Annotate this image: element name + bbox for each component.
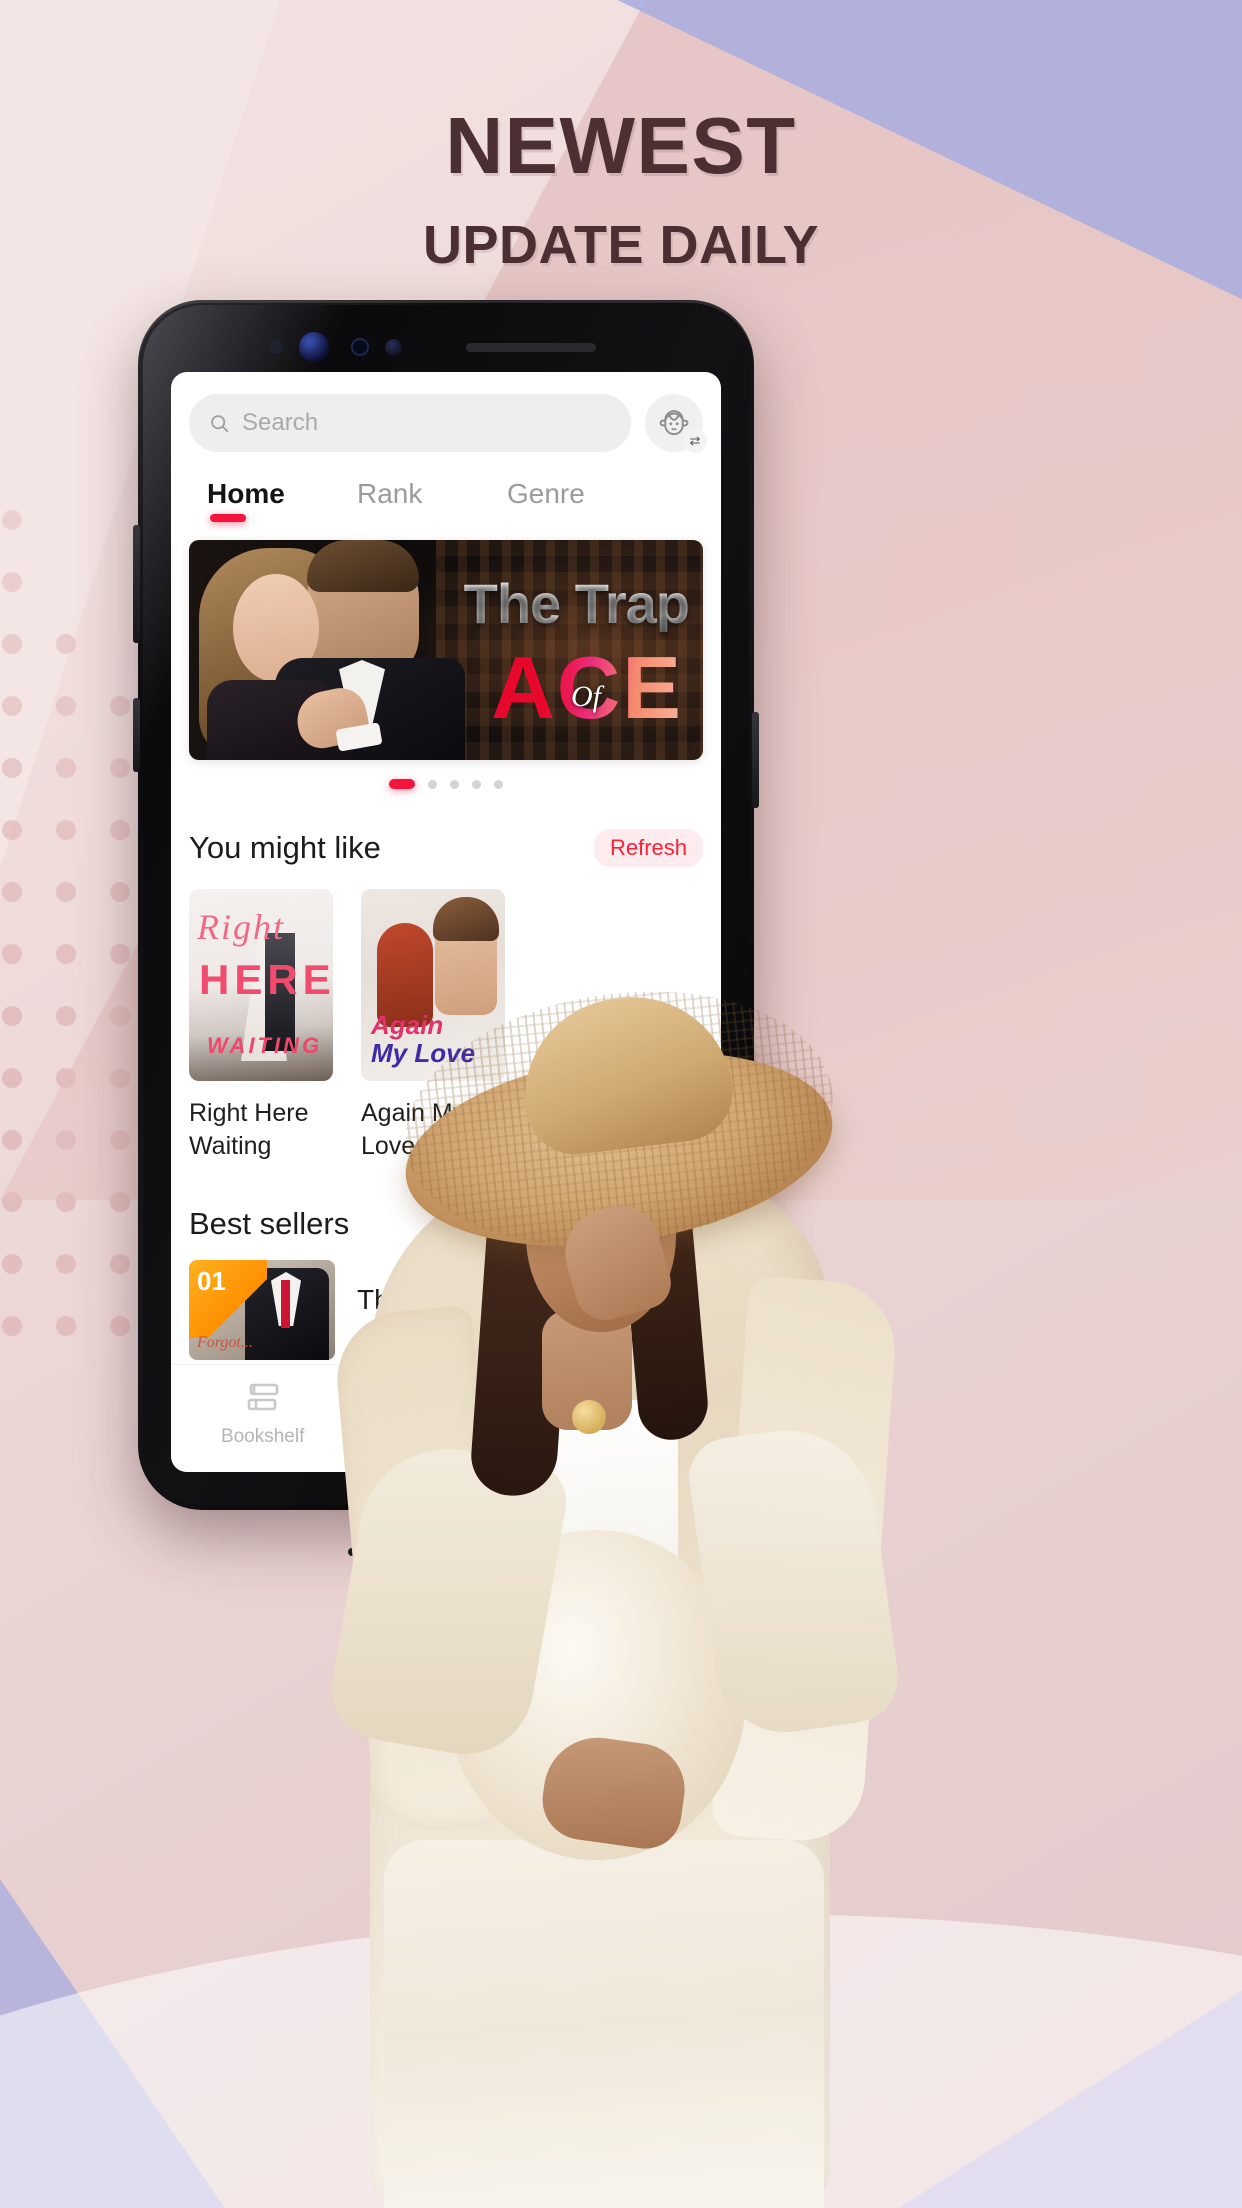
- carousel-dots[interactable]: [171, 777, 721, 791]
- search-placeholder: Search: [242, 409, 319, 436]
- app-header: Search ⇄ Home Rank Genre: [171, 372, 721, 524]
- book-title: Right Here Waiting: [189, 1099, 309, 1160]
- cover-text-line1: Again: [371, 1010, 444, 1040]
- recommend-title: You might like: [189, 830, 381, 865]
- tab-genre[interactable]: Genre: [507, 478, 657, 524]
- profile-button[interactable]: ⇄: [645, 394, 707, 453]
- bookstore-icon: [428, 1377, 463, 1419]
- volume-button[interactable]: [133, 525, 140, 643]
- search-icon: [211, 414, 229, 432]
- banner-couple-photo: [189, 540, 465, 760]
- banner-title-line1: The Trap: [463, 572, 690, 635]
- category-tabs: Home Rank Genre: [189, 478, 703, 524]
- bookshelf-icon: [244, 1377, 282, 1419]
- nav-item-bookshelf[interactable]: Bookshelf: [171, 1377, 354, 1448]
- banner-title-of: Of: [571, 680, 601, 713]
- gift-icon-wrap: ★ Newcomer gifts: [599, 1338, 701, 1419]
- search-row: Search ⇄: [189, 394, 707, 453]
- cover-caption: Forgot...: [197, 1334, 253, 1351]
- home-indicator: [348, 1548, 544, 1556]
- phone-mockup: Search ⇄ Home Rank Genre The Trap ACE Of…: [133, 300, 759, 1556]
- iris-sensor-icon: [351, 338, 369, 356]
- power-button[interactable]: [752, 712, 759, 808]
- tab-rank[interactable]: Rank: [357, 478, 507, 524]
- recommend-list: Right HERE WAITING Right Here Waiting Ag…: [171, 889, 721, 1162]
- gift-icon: ★ Newcomer gifts: [599, 1338, 701, 1419]
- carousel-dot[interactable]: [428, 779, 437, 789]
- tab-genre-label: Genre: [507, 478, 585, 509]
- phone-screen: Search ⇄ Home Rank Genre The Trap ACE Of…: [171, 372, 721, 1472]
- cover-text-line2: My Love: [371, 1038, 476, 1068]
- bookstore-icon-wrap: [428, 1377, 463, 1419]
- tab-active-underline: [210, 514, 246, 522]
- rank-number: 01: [197, 1266, 226, 1296]
- promo-banner[interactable]: The Trap ACE Of: [189, 540, 703, 760]
- tab-home-label: Home: [207, 478, 285, 509]
- book-card[interactable]: Right HERE WAITING Right Here Waiting: [189, 889, 333, 1162]
- refresh-button[interactable]: Refresh: [593, 829, 703, 867]
- switch-account-icon[interactable]: ⇄: [683, 429, 707, 453]
- promo-subheadline: UPDATE DAILY: [422, 215, 820, 275]
- best-sellers-title: Best sellers: [189, 1206, 350, 1241]
- carousel-dot[interactable]: [389, 779, 415, 789]
- phone-sensor-row: [171, 316, 721, 374]
- cover-text-line3: WAITING: [207, 1033, 323, 1058]
- search-input[interactable]: Search: [189, 394, 631, 452]
- light-sensor-icon: [385, 339, 402, 356]
- book-title: Again My Love: [361, 1099, 466, 1160]
- tab-home[interactable]: Home: [207, 478, 357, 524]
- book-cover[interactable]: Again My Love: [361, 889, 505, 1081]
- best-seller-cover[interactable]: 01 Forgot...: [189, 1260, 335, 1360]
- carousel-dot[interactable]: [450, 779, 459, 789]
- assistant-button[interactable]: [133, 698, 140, 772]
- book-cover[interactable]: Right HERE WAITING: [189, 889, 333, 1081]
- nav-label-bookshelf: Bookshelf: [220, 1426, 305, 1447]
- cover-text-line1: Right: [197, 907, 285, 947]
- best-seller-title: The Trap Of ACE: [357, 1284, 571, 1315]
- recommend-header: You might like Refresh: [171, 829, 721, 867]
- front-camera-icon: [299, 332, 329, 362]
- nav-item-gifts[interactable]: ★ Newcomer gifts: [538, 1338, 721, 1426]
- nav-item-bookstore[interactable]: Bookstore: [354, 1377, 537, 1448]
- best-seller-row[interactable]: 01 Forgot... The Trap Of ACE: [171, 1260, 721, 1360]
- cover-text-line2: HERE: [199, 956, 333, 1003]
- nav-label-bookstore: Bookstore: [399, 1426, 493, 1447]
- earpiece-speaker: [466, 343, 596, 352]
- promo-headline-block: NEWEST UPDATE DAILY: [0, 101, 1242, 275]
- tab-rank-label: Rank: [357, 478, 423, 509]
- book-card[interactable]: Again My Love Again My Love: [361, 889, 505, 1162]
- carousel-dot[interactable]: [494, 779, 503, 789]
- bottom-navigation: Bookshelf Bookstore ★ Newcomer gifts: [171, 1338, 721, 1472]
- star-icon: ★: [623, 1390, 642, 1412]
- proximity-sensor-icon: [269, 340, 283, 354]
- promo-headline: NEWEST: [445, 101, 797, 190]
- carousel-dot[interactable]: [472, 779, 481, 789]
